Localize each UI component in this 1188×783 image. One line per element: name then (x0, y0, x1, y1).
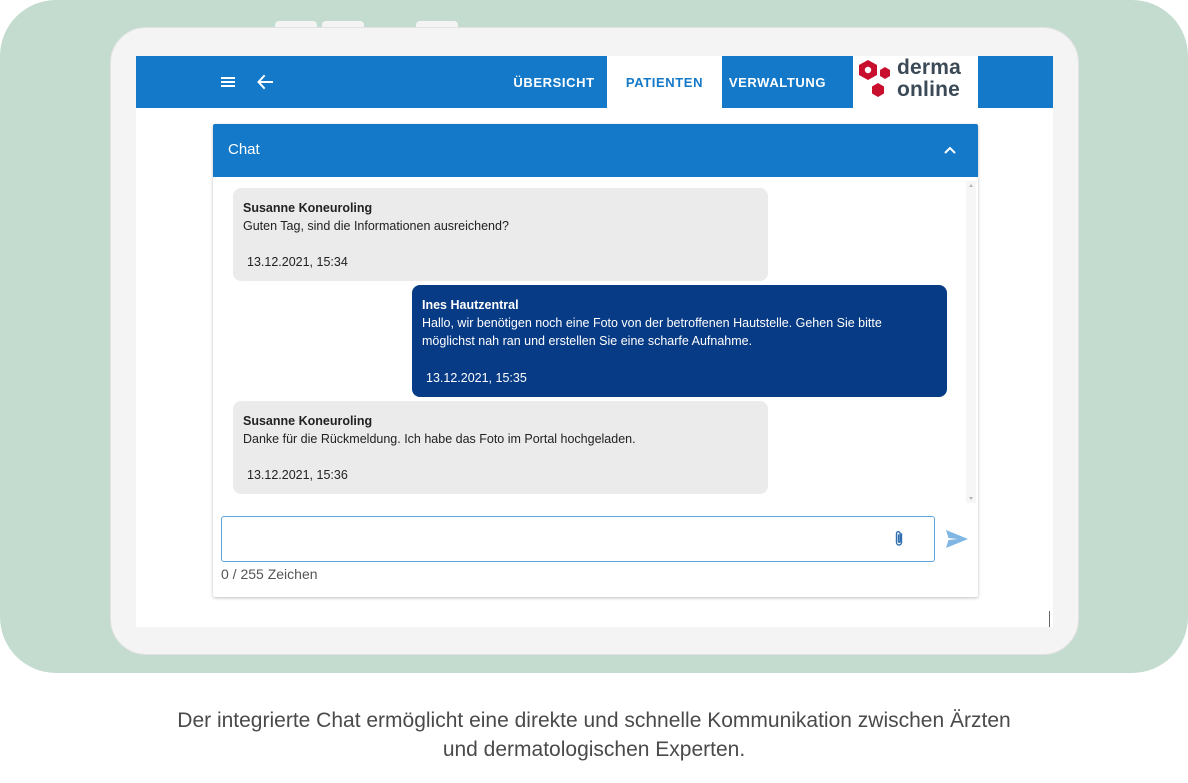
message-text: Danke für die Rückmeldung. Ich habe das … (243, 432, 636, 446)
chat-header[interactable]: Chat (213, 124, 978, 177)
message-scrollbar[interactable] (966, 181, 976, 503)
message-outgoing: Ines Hautzentral Hallo, wir benötigen no… (412, 285, 947, 397)
caption-line-2: und dermatologischen Experten. (442, 738, 746, 761)
derma-online-logo: derma online (853, 56, 978, 108)
tab-uebersicht[interactable]: ÜBERSICHT (501, 56, 607, 108)
message-timestamp: 13.12.2021, 15:35 (426, 371, 527, 385)
message-text: Hallo, wir benötigen noch eine Foto von … (422, 316, 882, 330)
message-timestamp: 13.12.2021, 15:36 (247, 468, 348, 482)
logo-line-1: derma (897, 56, 962, 79)
chat-card: Chat Susanne Koneuroling Guten Tag, sind… (213, 124, 978, 597)
logo-text: derma online (897, 57, 961, 101)
app-bar: ÜBERSICHT PATIENTEN VERWALTUNG derma onl… (136, 56, 1053, 108)
caption-line-1: Der integrierte Chat ermöglicht eine dir… (177, 709, 1011, 732)
app-screen: ÜBERSICHT PATIENTEN VERWALTUNG derma onl… (136, 56, 1053, 627)
chevron-up-icon[interactable] (938, 138, 962, 162)
message-sender: Susanne Koneuroling (243, 414, 373, 428)
divider (1049, 611, 1050, 627)
message-sender: Susanne Koneuroling (243, 201, 373, 215)
message-input[interactable] (221, 516, 935, 562)
paperclip-icon[interactable] (892, 529, 908, 549)
hamburger-menu-icon[interactable] (214, 68, 242, 96)
message-incoming: Susanne Koneuroling Danke für die Rückme… (233, 401, 768, 494)
logo-line-2: online (897, 78, 961, 101)
message-incoming: Susanne Koneuroling Guten Tag, sind die … (233, 188, 768, 281)
message-text: möglichst nah ran und erstellen Sie eine… (422, 334, 753, 348)
character-counter: 0 / 255 Zeichen (221, 566, 318, 582)
message-list[interactable]: Susanne Koneuroling Guten Tag, sind die … (213, 177, 978, 507)
tab-verwaltung[interactable]: VERWALTUNG (722, 56, 833, 108)
message-timestamp: 13.12.2021, 15:34 (247, 255, 348, 269)
chat-title: Chat (228, 141, 260, 158)
caption: Der integrierte Chat ermöglicht eine dir… (0, 706, 1188, 764)
arrow-left-icon[interactable] (251, 68, 279, 96)
logo-mark-icon (859, 60, 890, 97)
send-icon[interactable] (944, 527, 970, 551)
message-text: Guten Tag, sind die Informationen ausrei… (243, 219, 509, 233)
message-sender: Ines Hautzentral (422, 298, 519, 312)
tab-patienten[interactable]: PATIENTEN (607, 56, 722, 108)
